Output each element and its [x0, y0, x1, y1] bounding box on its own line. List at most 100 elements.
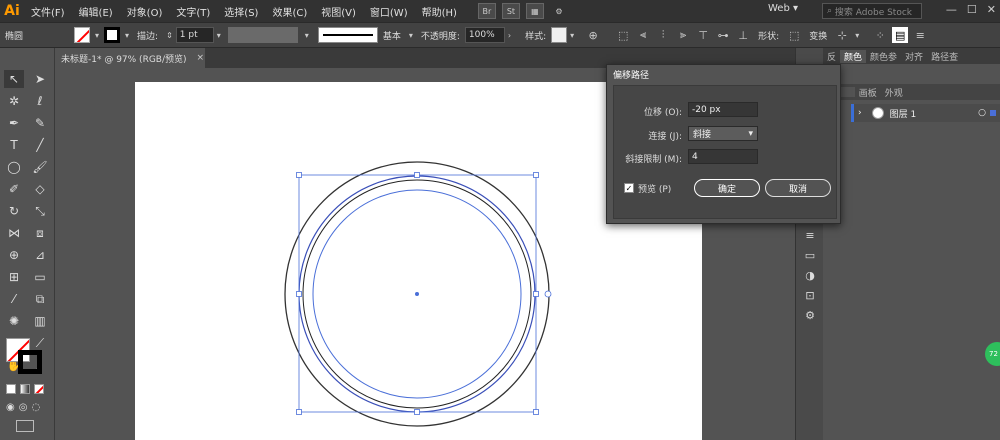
perspective-grid-tool-icon[interactable]: ⊿ — [30, 246, 50, 264]
target-icon[interactable]: ○ — [978, 108, 986, 118]
tab-prev[interactable]: 反 — [823, 50, 840, 63]
transparency-panel-icon[interactable]: ◑ — [802, 268, 818, 282]
tab-appearance[interactable]: 外观 — [881, 86, 907, 99]
stroke-panel-icon[interactable]: ≡ — [802, 228, 818, 242]
magic-wand-tool-icon[interactable]: ✲ — [4, 92, 24, 110]
preview-label[interactable]: 预览 (P) — [638, 182, 671, 195]
image-trace-icon[interactable]: ⊡ — [802, 288, 818, 302]
panel-menu-icon[interactable]: ▤ — [892, 27, 909, 43]
join-select[interactable]: 斜接 ▾ — [688, 126, 758, 141]
recolor-icon[interactable]: ⊕ — [585, 27, 601, 43]
color-mode-icon[interactable] — [6, 384, 16, 394]
close-tab-icon[interactable]: × — [197, 53, 205, 63]
gradient-panel-icon[interactable]: ▭ — [802, 248, 818, 262]
settings-icon[interactable]: ⚙ — [802, 308, 818, 322]
tab-pathfinder[interactable]: 路径查 — [927, 50, 962, 63]
menu-item[interactable]: 编辑(E) — [72, 4, 120, 19]
search-input[interactable]: ⌕ 搜索 Adobe Stock — [822, 3, 922, 19]
tab-color-guide[interactable]: 颜色参 — [866, 50, 901, 63]
shape-bounds-icon[interactable]: ⬚ — [786, 27, 802, 43]
shape-builder-tool-icon[interactable]: ⊕ — [4, 246, 24, 264]
tab-artboards[interactable]: 画板 — [855, 86, 881, 99]
align-vcenter-icon[interactable]: ⊶ — [715, 27, 731, 43]
align-left-icon[interactable]: ⫷ — [635, 27, 651, 43]
close-icon[interactable]: ✕ — [987, 3, 996, 16]
menu-item[interactable]: 帮助(H) — [415, 4, 464, 19]
align-hcenter-icon[interactable]: ⫶ — [655, 27, 671, 43]
selection-tool-icon[interactable]: ↖ — [4, 70, 24, 88]
chevron-down-icon[interactable]: ▾ — [125, 31, 129, 40]
align-top-icon[interactable]: ⊤ — [695, 27, 711, 43]
direct-selection-tool-icon[interactable]: ➤ — [30, 70, 50, 88]
menu-item[interactable]: 文字(T) — [169, 4, 217, 19]
arrange-icon[interactable]: ⁘ — [872, 27, 888, 43]
draw-behind-icon[interactable]: ◎ — [19, 402, 28, 413]
chevron-down-icon[interactable]: ▾ — [95, 31, 99, 40]
symbol-sprayer-tool-icon[interactable]: ✺ — [4, 312, 24, 330]
ellipse-tool-icon[interactable]: ◯ — [4, 158, 24, 176]
arrange-documents-icon[interactable]: ▦ — [525, 3, 544, 19]
screen-mode-icon[interactable] — [16, 420, 34, 432]
chevron-down-icon[interactable]: ▾ — [305, 31, 309, 40]
bridge-icon[interactable]: Br — [477, 3, 496, 19]
paintbrush-tool-icon[interactable]: 🖌 — [30, 158, 50, 176]
eraser-tool-icon[interactable]: ◇ — [30, 180, 50, 198]
isolate-icon[interactable]: ⊹ — [834, 27, 850, 43]
document-tab[interactable]: 未标题-1* @ 97% (RGB/预览) × — [55, 48, 205, 68]
opacity-field[interactable]: 100% — [464, 27, 505, 43]
offset-input[interactable]: -20 px — [688, 102, 758, 117]
gpu-icon[interactable]: ⚙ — [550, 3, 568, 19]
cancel-button[interactable]: 取消 — [765, 179, 831, 197]
draw-normal-icon[interactable]: ◉ — [6, 402, 15, 413]
draw-inside-icon[interactable]: ◌ — [31, 402, 40, 413]
none-mode-icon[interactable] — [34, 384, 44, 394]
menu-item[interactable]: 窗口(W) — [363, 4, 415, 19]
free-transform-tool-icon[interactable]: ⧈ — [30, 224, 50, 242]
stock-icon[interactable]: St — [501, 3, 520, 19]
brush-definition[interactable] — [317, 27, 378, 43]
gradient-tool-icon[interactable]: ▭ — [30, 268, 50, 286]
chevron-right-icon[interactable]: › — [858, 108, 862, 118]
align-bottom-icon[interactable]: ⊥ — [735, 27, 751, 43]
line-tool-icon[interactable]: ╱ — [30, 136, 50, 154]
miter-limit-input[interactable]: 4 — [688, 149, 758, 164]
chevron-down-icon[interactable]: ▾ — [409, 31, 413, 40]
width-tool-icon[interactable]: ⋈ — [4, 224, 24, 242]
chevron-down-icon[interactable]: ▾ — [570, 31, 574, 40]
minimize-icon[interactable]: — — [946, 3, 957, 16]
fill-swatch[interactable] — [74, 27, 90, 43]
tab-align[interactable]: 对齐 — [901, 50, 927, 63]
menu-icon[interactable]: ≡ — [912, 27, 928, 43]
shaper-tool-icon[interactable]: ✐ — [4, 180, 24, 198]
align-right-icon[interactable]: ⫸ — [675, 27, 691, 43]
column-graph-tool-icon[interactable]: ▥ — [30, 312, 50, 330]
preview-checkbox[interactable]: ✓ — [624, 183, 634, 193]
variable-width-profile[interactable] — [227, 27, 298, 43]
graphic-style-swatch[interactable] — [551, 27, 568, 43]
chevron-down-icon[interactable]: ▾ — [855, 31, 859, 40]
stroke-weight-field[interactable]: 1 pt — [175, 27, 214, 43]
tab-color[interactable]: 颜色 — [840, 49, 867, 63]
align-to-icon[interactable]: ⬚ — [615, 27, 631, 43]
mesh-tool-icon[interactable]: ⊞ — [4, 268, 24, 286]
transform-label[interactable]: 变换 — [804, 29, 832, 42]
menu-item[interactable]: 选择(S) — [217, 4, 265, 19]
fill-stroke-widget[interactable] — [4, 338, 50, 378]
chevron-down-icon[interactable]: ▾ — [217, 31, 221, 40]
lasso-tool-icon[interactable]: ℓ — [30, 92, 50, 110]
maximize-icon[interactable]: ☐ — [967, 3, 977, 16]
menu-item[interactable]: 效果(C) — [265, 4, 314, 19]
workspace-switcher[interactable]: Web ▾ — [768, 3, 798, 14]
blend-tool-icon[interactable]: ⧉ — [30, 290, 50, 308]
stroke-swatch[interactable] — [104, 27, 121, 43]
menu-item[interactable]: 视图(V) — [314, 4, 363, 19]
tab-layers[interactable] — [841, 87, 855, 97]
stepper-icon[interactable]: ⇕ — [166, 31, 173, 40]
stroke-swatch[interactable] — [18, 350, 42, 374]
stroke-style-label[interactable]: 基本 — [378, 29, 406, 42]
layer-row[interactable]: › 图层 1 ○ — [851, 104, 1000, 122]
menu-item[interactable]: 文件(F) — [24, 4, 72, 19]
chevron-right-icon[interactable]: › — [508, 31, 511, 40]
scale-tool-icon[interactable]: ⤡ — [30, 202, 50, 220]
ok-button[interactable]: 确定 — [694, 179, 760, 197]
